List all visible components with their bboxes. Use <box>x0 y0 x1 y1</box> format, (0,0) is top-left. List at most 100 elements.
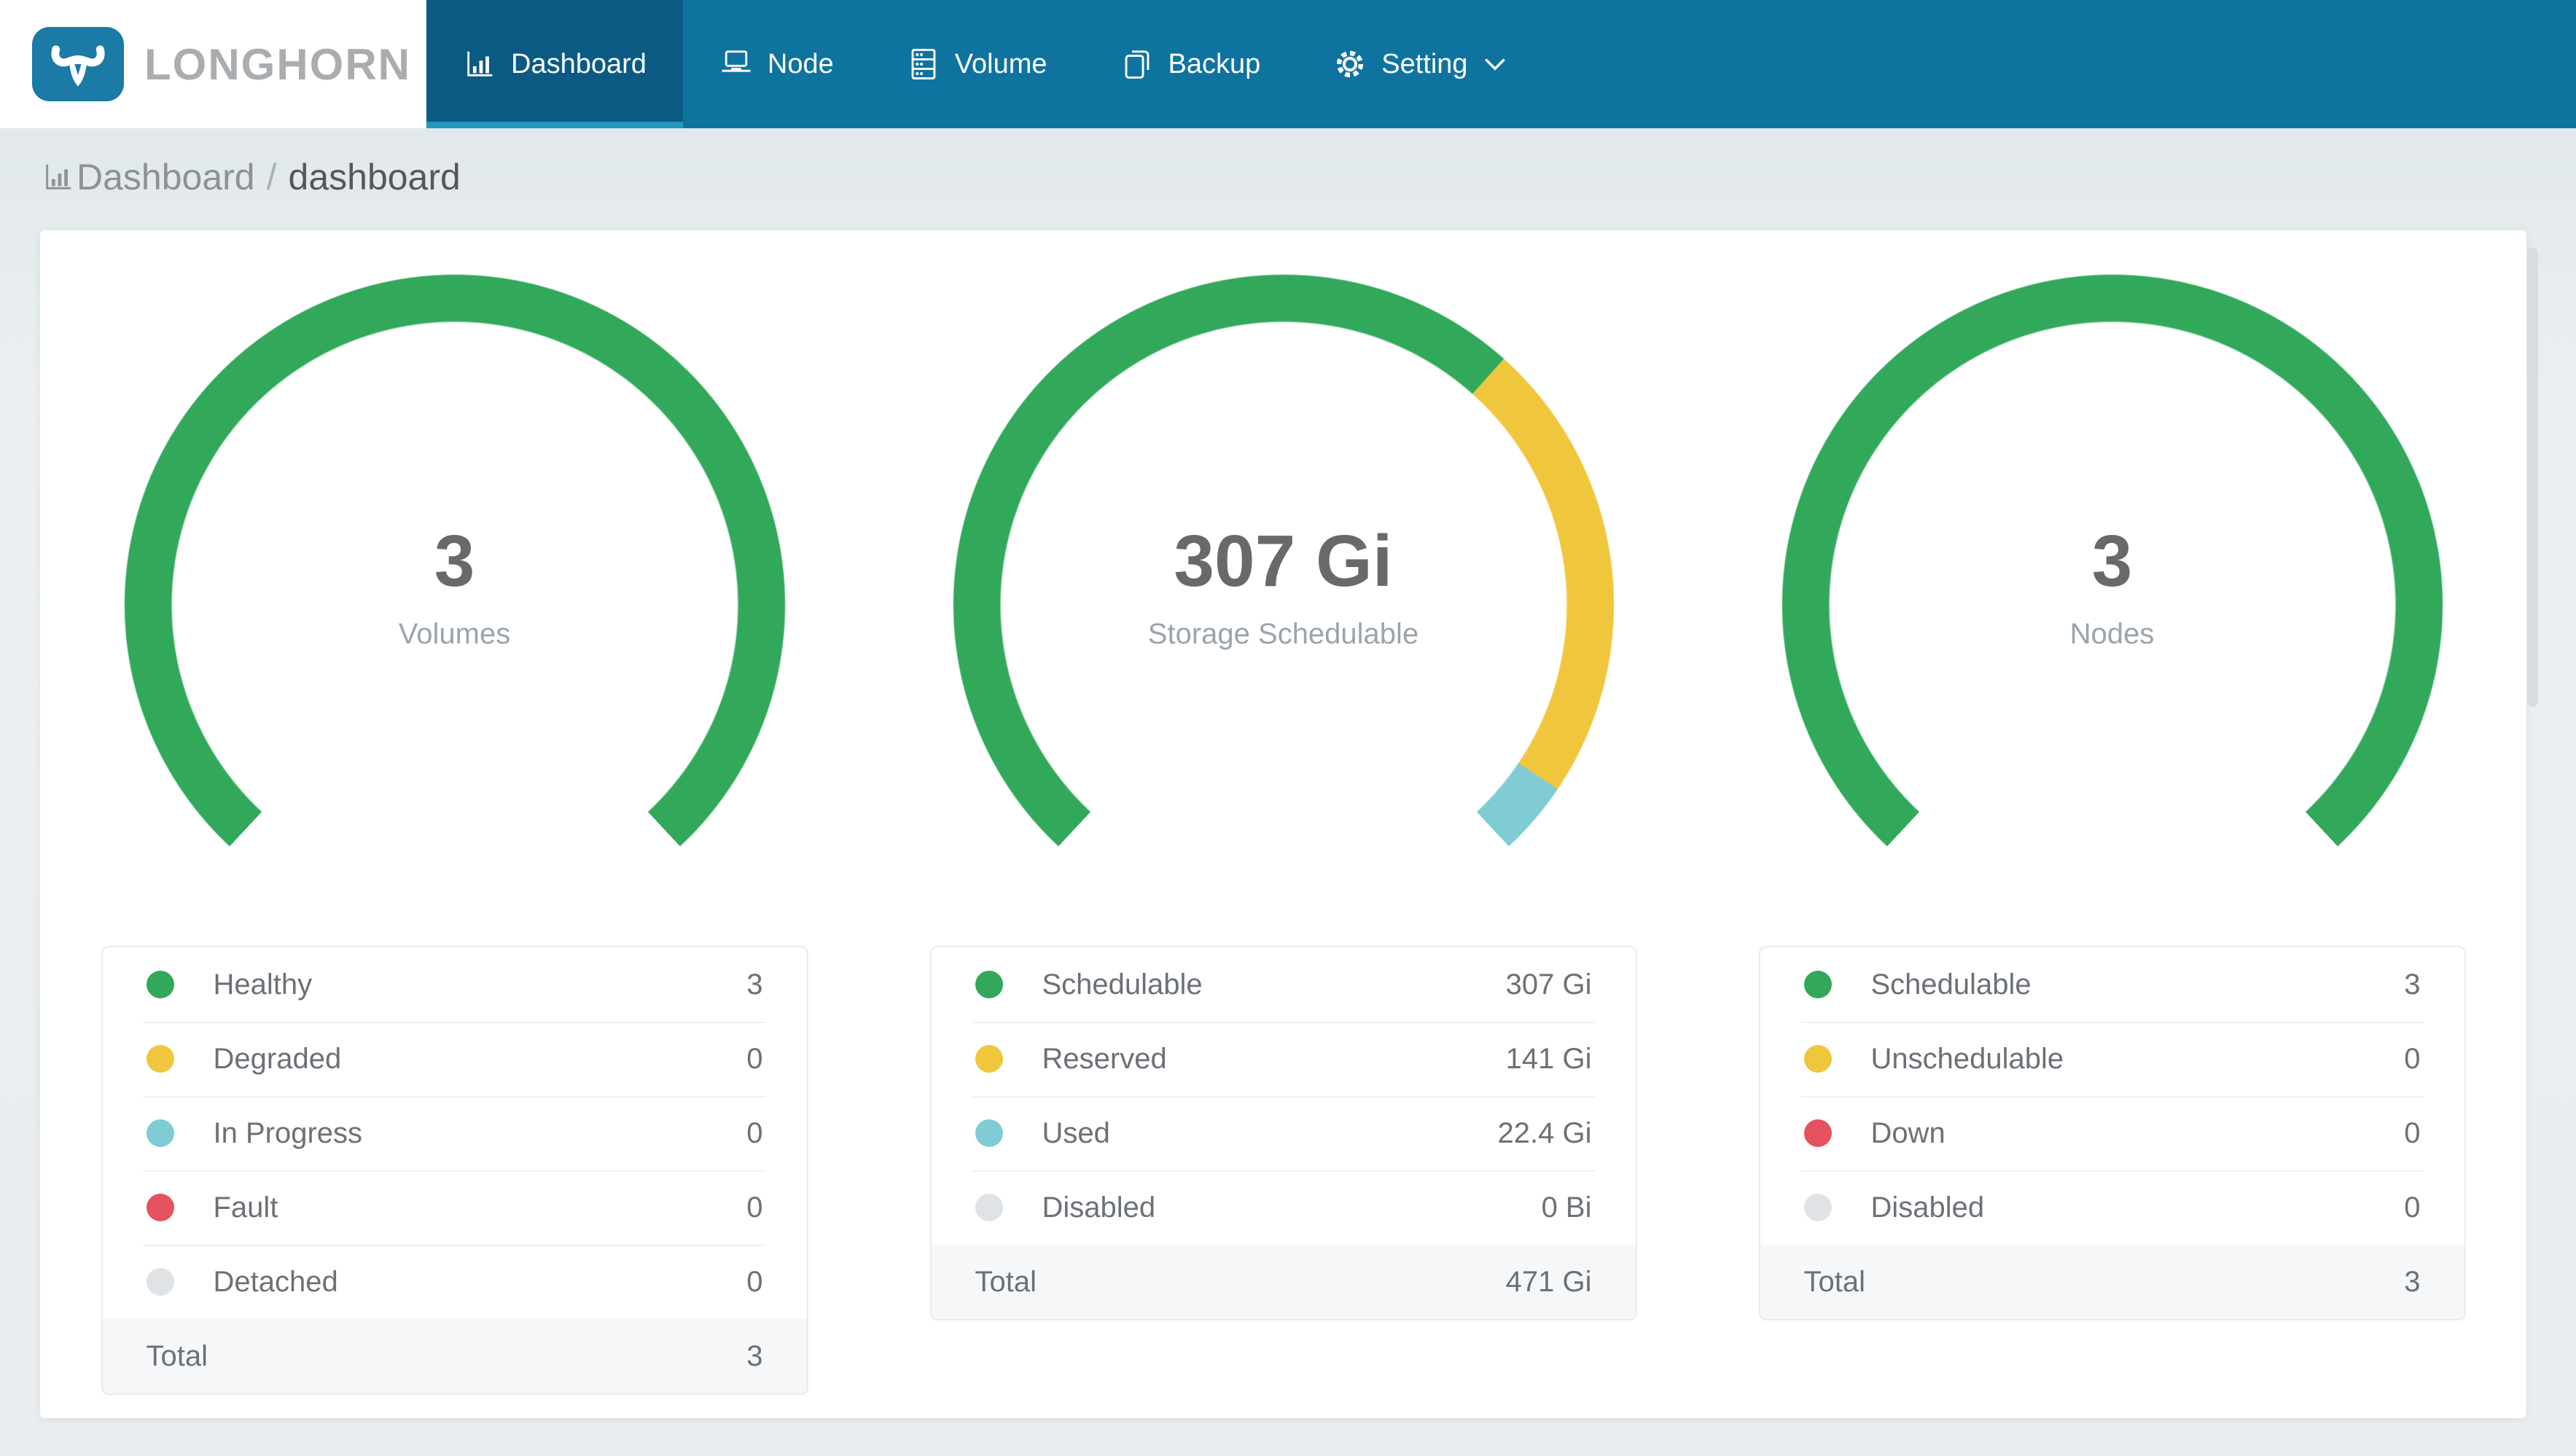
dashboard-card: 3 Volumes Healthy 3 Degraded 0 In Progress 0 F… <box>40 230 2526 1418</box>
legend-row: Schedulable 307 Gi <box>932 947 1636 1022</box>
nodes-legend-table: Schedulable 3 Unschedulable 0 Down 0 Disabled 0… <box>1758 946 2466 1320</box>
total-row: Total 471 Gi <box>931 1245 1636 1319</box>
legend-dot-icon <box>1803 1119 1832 1147</box>
legend-row: Detached 0 <box>103 1245 807 1319</box>
gear-icon <box>1337 50 1364 78</box>
breadcrumb-section[interactable]: Dashboard <box>77 156 255 198</box>
legend-row: Unschedulable 0 <box>1760 1022 2464 1096</box>
legend-dot-icon <box>1803 1045 1832 1073</box>
nav-item-dashboard[interactable]: Dashboard <box>426 0 683 128</box>
storage-panel: 307 Gi Storage Schedulable Schedulable 30… <box>869 274 1698 1418</box>
volumes-donut-chart: 3 Volumes <box>123 274 786 936</box>
legend-value: 307 Gi <box>1505 968 1592 1001</box>
legend-label: Unschedulable <box>1870 1042 2064 1075</box>
legend-label: Used <box>1042 1116 1110 1149</box>
total-value: 3 <box>2404 1265 2421 1298</box>
nodes-count: 3 <box>2091 520 2133 602</box>
legend-dot-icon <box>975 971 1003 998</box>
storage-rack-icon <box>911 49 936 79</box>
legend-dot-icon <box>146 1119 174 1147</box>
legend-label: Reserved <box>1042 1042 1167 1075</box>
legend-dot-icon <box>146 1194 174 1221</box>
total-value: 471 Gi <box>1505 1265 1592 1298</box>
chevron-down-icon <box>1484 58 1505 71</box>
volumes-label: Volumes <box>398 618 511 650</box>
scrollbar-thumb[interactable] <box>2527 248 2538 707</box>
copy-document-icon <box>1125 50 1149 79</box>
legend-dot-icon <box>1803 1194 1832 1221</box>
bar-chart-icon <box>46 164 71 189</box>
legend-row: Schedulable 3 <box>1760 947 2464 1022</box>
main-nav: Dashboard Node Volume Backup Setting <box>426 0 2576 128</box>
volumes-count: 3 <box>434 520 475 602</box>
legend-label: Disabled <box>1042 1191 1156 1224</box>
nav-label: Setting <box>1381 48 1468 79</box>
legend-dot-icon <box>975 1119 1003 1147</box>
legend-row: Healthy 3 <box>103 947 807 1022</box>
legend-row: Reserved 141 Gi <box>932 1022 1636 1096</box>
legend-value: 22.4 Gi <box>1497 1116 1592 1149</box>
breadcrumb: Dashboard / dashboard <box>0 128 2576 198</box>
legend-dot-icon <box>1803 971 1832 998</box>
legend-dot-icon <box>975 1194 1003 1221</box>
bar-chart-icon <box>467 51 493 77</box>
legend-label: Healthy <box>213 968 313 1001</box>
legend-label: Degraded <box>213 1042 342 1075</box>
legend-value: 0 <box>746 1191 763 1224</box>
storage-schedulable-label: Storage Schedulable <box>1147 618 1419 650</box>
legend-label: Down <box>1870 1116 1945 1149</box>
total-label: Total <box>975 1265 1037 1298</box>
nav-item-node[interactable]: Node <box>683 0 870 128</box>
nodes-panel: 3 Nodes Schedulable 3 Unschedulable 0 Down 0 D… <box>1698 274 2526 1418</box>
brand-name: LONGHORN <box>144 39 411 89</box>
legend-dot-icon <box>146 1045 174 1073</box>
brand-logo[interactable]: LONGHORN <box>0 0 426 128</box>
legend-label: In Progress <box>213 1116 363 1149</box>
legend-value: 3 <box>746 968 763 1001</box>
legend-row: Used 22.4 Gi <box>932 1096 1636 1170</box>
laptop-icon <box>722 50 751 72</box>
storage-donut-chart: 307 Gi Storage Schedulable <box>952 274 1615 936</box>
volumes-legend-table: Healthy 3 Degraded 0 In Progress 0 Fault 0 Detac… <box>101 946 808 1395</box>
storage-schedulable-amount: 307 Gi <box>1174 520 1393 602</box>
legend-label: Schedulable <box>1042 968 1203 1001</box>
longhorn-bull-icon <box>32 27 124 101</box>
storage-donut-center: 307 Gi Storage Schedulable <box>953 274 1615 936</box>
total-row: Total 3 <box>102 1319 807 1393</box>
volumes-panel: 3 Volumes Healthy 3 Degraded 0 In Progress 0 F… <box>40 274 869 1418</box>
nav-item-backup[interactable]: Backup <box>1084 0 1297 128</box>
legend-value: 0 <box>746 1265 763 1298</box>
nodes-donut-chart: 3 Nodes <box>1781 274 2443 936</box>
total-row: Total 3 <box>1760 1245 2464 1319</box>
legend-value: 3 <box>2404 968 2421 1001</box>
nav-item-volume[interactable]: Volume <box>870 0 1084 128</box>
legend-dot-icon <box>146 971 174 998</box>
legend-value: 141 Gi <box>1505 1042 1592 1075</box>
page-content: Dashboard / dashboard 3 Volumes Healthy 3… <box>0 128 2576 1456</box>
breadcrumb-current-page: dashboard <box>288 157 461 197</box>
nodes-label: Nodes <box>2069 618 2155 650</box>
legend-label: Disabled <box>1870 1191 1985 1224</box>
nav-item-setting[interactable]: Setting <box>1297 0 1542 128</box>
nav-label: Node <box>767 48 834 79</box>
nodes-donut-center: 3 Nodes <box>1781 274 2443 936</box>
nav-label: Dashboard <box>511 48 647 79</box>
top-nav-bar: LONGHORN Dashboard Node Volume Backup Se… <box>0 0 2576 128</box>
legend-label: Schedulable <box>1870 968 2031 1001</box>
total-label: Total <box>146 1339 208 1372</box>
legend-value: 0 <box>746 1042 763 1075</box>
legend-dot-icon <box>146 1268 174 1296</box>
breadcrumb-separator: / <box>266 157 277 197</box>
total-label: Total <box>1803 1265 1866 1298</box>
storage-legend-table: Schedulable 307 Gi Reserved 141 Gi Used 22.4 … <box>929 946 1637 1320</box>
legend-row: Down 0 <box>1760 1096 2464 1170</box>
volumes-donut-center: 3 Volumes <box>124 274 786 936</box>
legend-row: In Progress 0 <box>103 1096 807 1170</box>
legend-label: Detached <box>213 1265 338 1298</box>
nav-label: Backup <box>1168 48 1261 79</box>
nav-label: Volume <box>954 48 1047 79</box>
legend-label: Fault <box>213 1191 278 1224</box>
legend-dot-icon <box>975 1045 1003 1073</box>
legend-value: 0 <box>746 1116 763 1149</box>
total-value: 3 <box>746 1339 763 1372</box>
